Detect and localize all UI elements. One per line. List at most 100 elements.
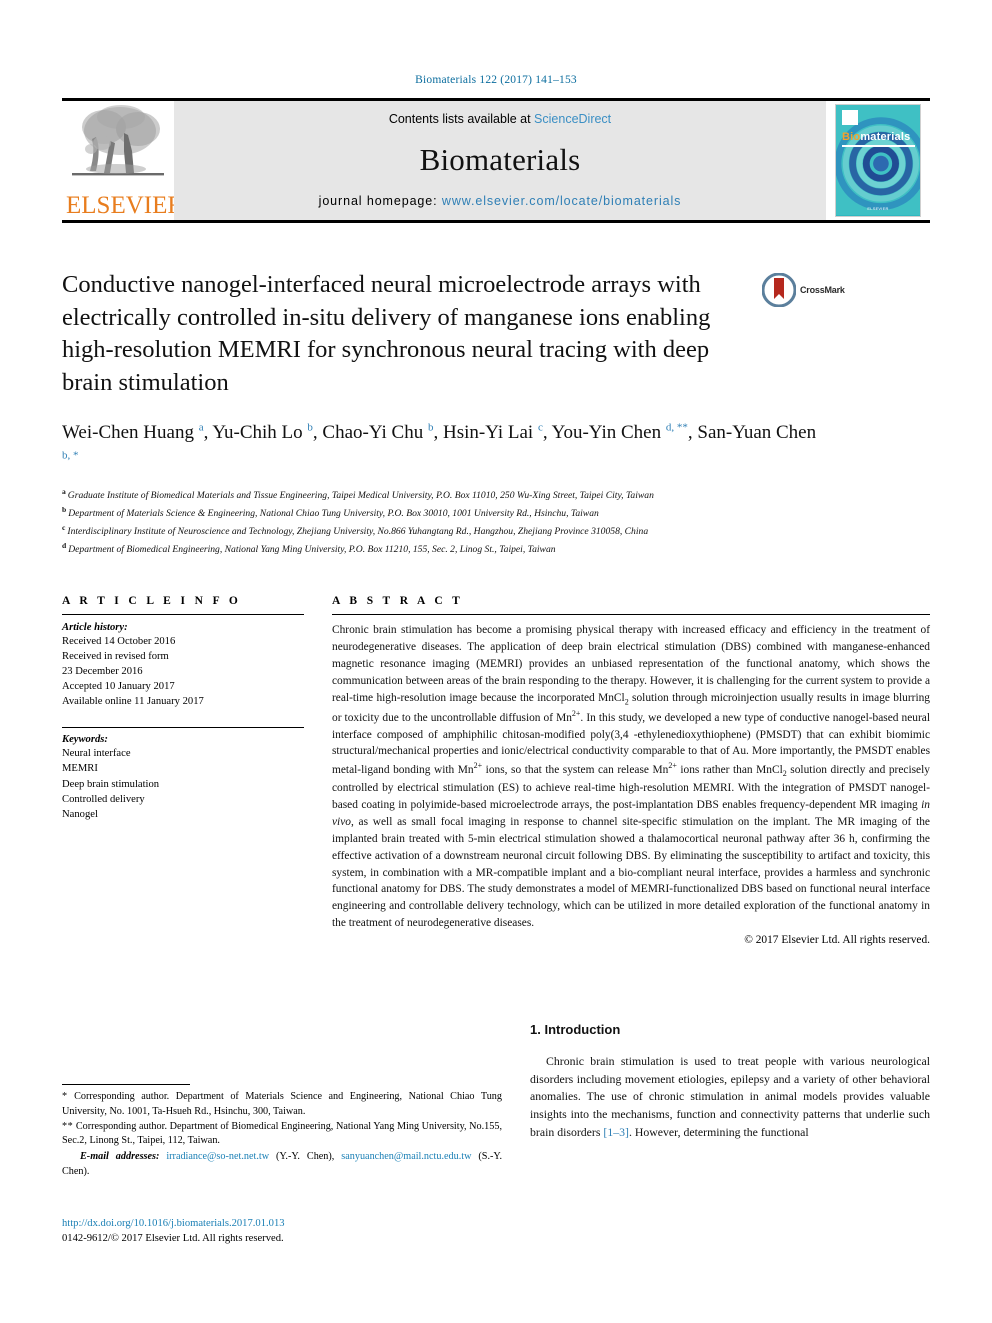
abstract-fragment: 2+ — [473, 761, 483, 771]
banner-center: Contents lists available at ScienceDirec… — [174, 101, 826, 220]
article-history-item: Received in revised form — [62, 651, 169, 663]
cover-brand-part1: Bio — [842, 131, 861, 143]
keywords-list: Neural interface MEMRI Deep brain stimulat… — [62, 746, 304, 821]
abstract-fragment: , as well as small focal imaging in resp… — [332, 815, 930, 930]
author-name: Wei-Chen Huang — [62, 422, 199, 444]
article-info-divider — [62, 614, 304, 616]
email-owner-1: (Y.-Y. Chen) — [276, 1151, 332, 1163]
abstract-fragment: ions rather than MnCl — [676, 764, 783, 777]
running-head: Biomaterials 122 (2017) 141–153 — [415, 74, 577, 86]
article-history-item: 23 December 2016 — [62, 666, 143, 678]
keywords-divider — [62, 727, 304, 729]
abstract-text: Chronic brain stimulation has become a p… — [332, 622, 930, 932]
author-affiliation-mark: d, ** — [665, 421, 688, 434]
article-history-item: Received 14 October 2016 — [62, 636, 176, 648]
keywords-block: Keywords: Neural interface MEMRI Deep brai… — [62, 727, 304, 821]
author-list: Wei-Chen Huang a, Yu-Chih Lo b, Chao-Yi … — [62, 421, 817, 462]
keywords-title: Keywords: — [62, 734, 108, 746]
affiliation-mark: b — [62, 505, 67, 515]
corresponding-text-1: Corresponding author. Department of Mate… — [62, 1091, 502, 1117]
article-history-list: Received 14 October 2016 Received in revi… — [62, 634, 304, 709]
author-affiliation-mark: a — [198, 421, 204, 434]
introduction-text: Chronic brain stimulation is used to tre… — [530, 1053, 930, 1141]
affiliation-mark: c — [62, 522, 66, 532]
corresponding-mark-2: ** — [62, 1120, 74, 1132]
info-abstract-row: A R T I C L E I N F O Article history: R… — [62, 595, 930, 946]
affiliation-item: d Department of Biomedical Engineering, N… — [62, 540, 556, 555]
article-history-item: Accepted 10 January 2017 — [62, 681, 175, 693]
title-block: Conductive nanogel-interfaced neural mic… — [62, 269, 930, 399]
affiliation-list: a Graduate Institute of Biomedical Materi… — [62, 486, 930, 557]
author-name: Yu-Chih Lo — [212, 422, 308, 444]
email-link-1[interactable]: irradiance@so-net.net.tw — [166, 1151, 269, 1162]
introduction-fragment: . However, determining the functional — [628, 1124, 809, 1139]
corresponding-mark-1: * — [62, 1091, 68, 1102]
article-first-page: Biomaterials 122 (2017) 141–153 ELSEVIER… — [0, 0, 992, 1323]
corresponding-author-2: ** Corresponding author. Department of B… — [62, 1120, 502, 1150]
abstract-heading: A B S T R A C T — [332, 595, 464, 608]
doi-link[interactable]: http://dx.doi.org/10.1016/j.biomaterials… — [62, 1216, 502, 1231]
article-info-column: A R T I C L E I N F O Article history: R… — [62, 595, 304, 946]
journal-banner: ELSEVIER Contents lists available at Sci… — [62, 98, 930, 223]
author-affiliation-mark: b — [427, 421, 434, 434]
citation-link[interactable]: [1–3] — [603, 1125, 629, 1139]
journal-homepage-link[interactable]: www.elsevier.com/locate/biomaterials — [442, 194, 681, 208]
email-label: E-mail addresses: — [80, 1151, 160, 1163]
article-info-heading: A R T I C L E I N F O — [62, 595, 242, 608]
affiliation-mark: d — [62, 540, 67, 550]
footnote-divider — [62, 1084, 190, 1085]
author-affiliation-mark: c — [537, 421, 543, 434]
contents-prefix: Contents lists available at — [388, 112, 535, 126]
cover-publisher-badge — [842, 110, 858, 125]
homepage-prefix: journal homepage: — [318, 194, 442, 208]
article-history-item: Available online 11 January 2017 — [62, 696, 204, 708]
sciencedirect-link[interactable]: ScienceDirect — [534, 112, 611, 126]
abstract-divider — [332, 614, 930, 616]
cover-footer-text: ELSEVIER — [867, 206, 889, 211]
author-name: Hsin-Yi Lai — [442, 422, 538, 444]
affiliation-mark: a — [62, 487, 66, 497]
abstract-copyright: © 2017 Elsevier Ltd. All rights reserved… — [744, 934, 930, 947]
email-link-2[interactable]: sanyuanchen@mail.nctu.edu.tw — [341, 1151, 471, 1162]
elsevier-tree-icon — [66, 101, 170, 193]
footnotes-block: * Corresponding author. Department of Ma… — [62, 1084, 502, 1180]
cover-brand: Biomaterials — [842, 131, 910, 143]
article-history-title: Article history: — [62, 622, 128, 634]
crossmark-badge[interactable]: CrossMark — [762, 269, 874, 307]
corresponding-author-1: * Corresponding author. Department of Ma… — [62, 1090, 502, 1120]
keyword-item: MEMRI — [62, 763, 98, 775]
lower-columns: * Corresponding author. Department of Ma… — [62, 1022, 930, 1177]
journal-cover-thumbnail: Biomaterials ELSEVIER — [835, 104, 921, 217]
issn-copyright: 0142-9612/© 2017 Elsevier Ltd. All right… — [62, 1233, 284, 1245]
corresponding-text-2: Corresponding author. Department of Biom… — [62, 1120, 502, 1147]
crossmark-label: CrossMark — [800, 285, 845, 295]
cover-divider — [842, 145, 915, 147]
author-affiliation-mark: b, * — [62, 449, 79, 462]
journal-title: Biomaterials — [419, 142, 581, 177]
journal-cover: Biomaterials ELSEVIER — [826, 101, 930, 220]
elsevier-wordmark: ELSEVIER — [66, 192, 185, 219]
keyword-item: Deep brain stimulation — [62, 778, 160, 790]
email-addresses-line: E-mail addresses: irradiance@so-net.net.… — [62, 1151, 502, 1177]
journal-homepage-line: journal homepage: www.elsevier.com/locat… — [319, 194, 682, 208]
author-name: You-Yin Chen — [551, 422, 666, 444]
footnote-column: * Corresponding author. Department of Ma… — [62, 1022, 502, 1177]
cover-brand-part2: materials — [860, 131, 911, 143]
author-affiliation-mark: b — [307, 421, 313, 434]
crossmark-icon — [762, 273, 796, 307]
contents-line: Contents lists available at ScienceDirec… — [389, 112, 611, 126]
elsevier-logo: ELSEVIER — [62, 101, 185, 220]
footer-doi-block: http://dx.doi.org/10.1016/j.biomaterials… — [62, 1216, 502, 1246]
introduction-column: 1. Introduction Chronic brain stimulatio… — [530, 1022, 930, 1141]
abstract-column: A B S T R A C T Chronic brain stimulatio… — [332, 595, 930, 946]
affiliation-item: c Interdisciplinary Institute of Neurosci… — [62, 522, 649, 538]
keyword-item: Controlled delivery — [62, 793, 145, 805]
affiliation-item: a Graduate Institute of Biomedical Materi… — [62, 487, 654, 502]
abstract-fragment: 2+ — [668, 761, 677, 771]
introduction-heading: 1. Introduction — [530, 1022, 621, 1037]
abstract-fragment: ions, so that the system can release Mn — [482, 764, 669, 777]
page-title: Conductive nanogel-interfaced neural mic… — [62, 271, 711, 396]
affiliation-item: b Department of Materials Science & Engin… — [62, 505, 599, 520]
keyword-item: Neural interface — [62, 748, 131, 760]
author-name: Chao-Yi Chu — [322, 422, 428, 444]
